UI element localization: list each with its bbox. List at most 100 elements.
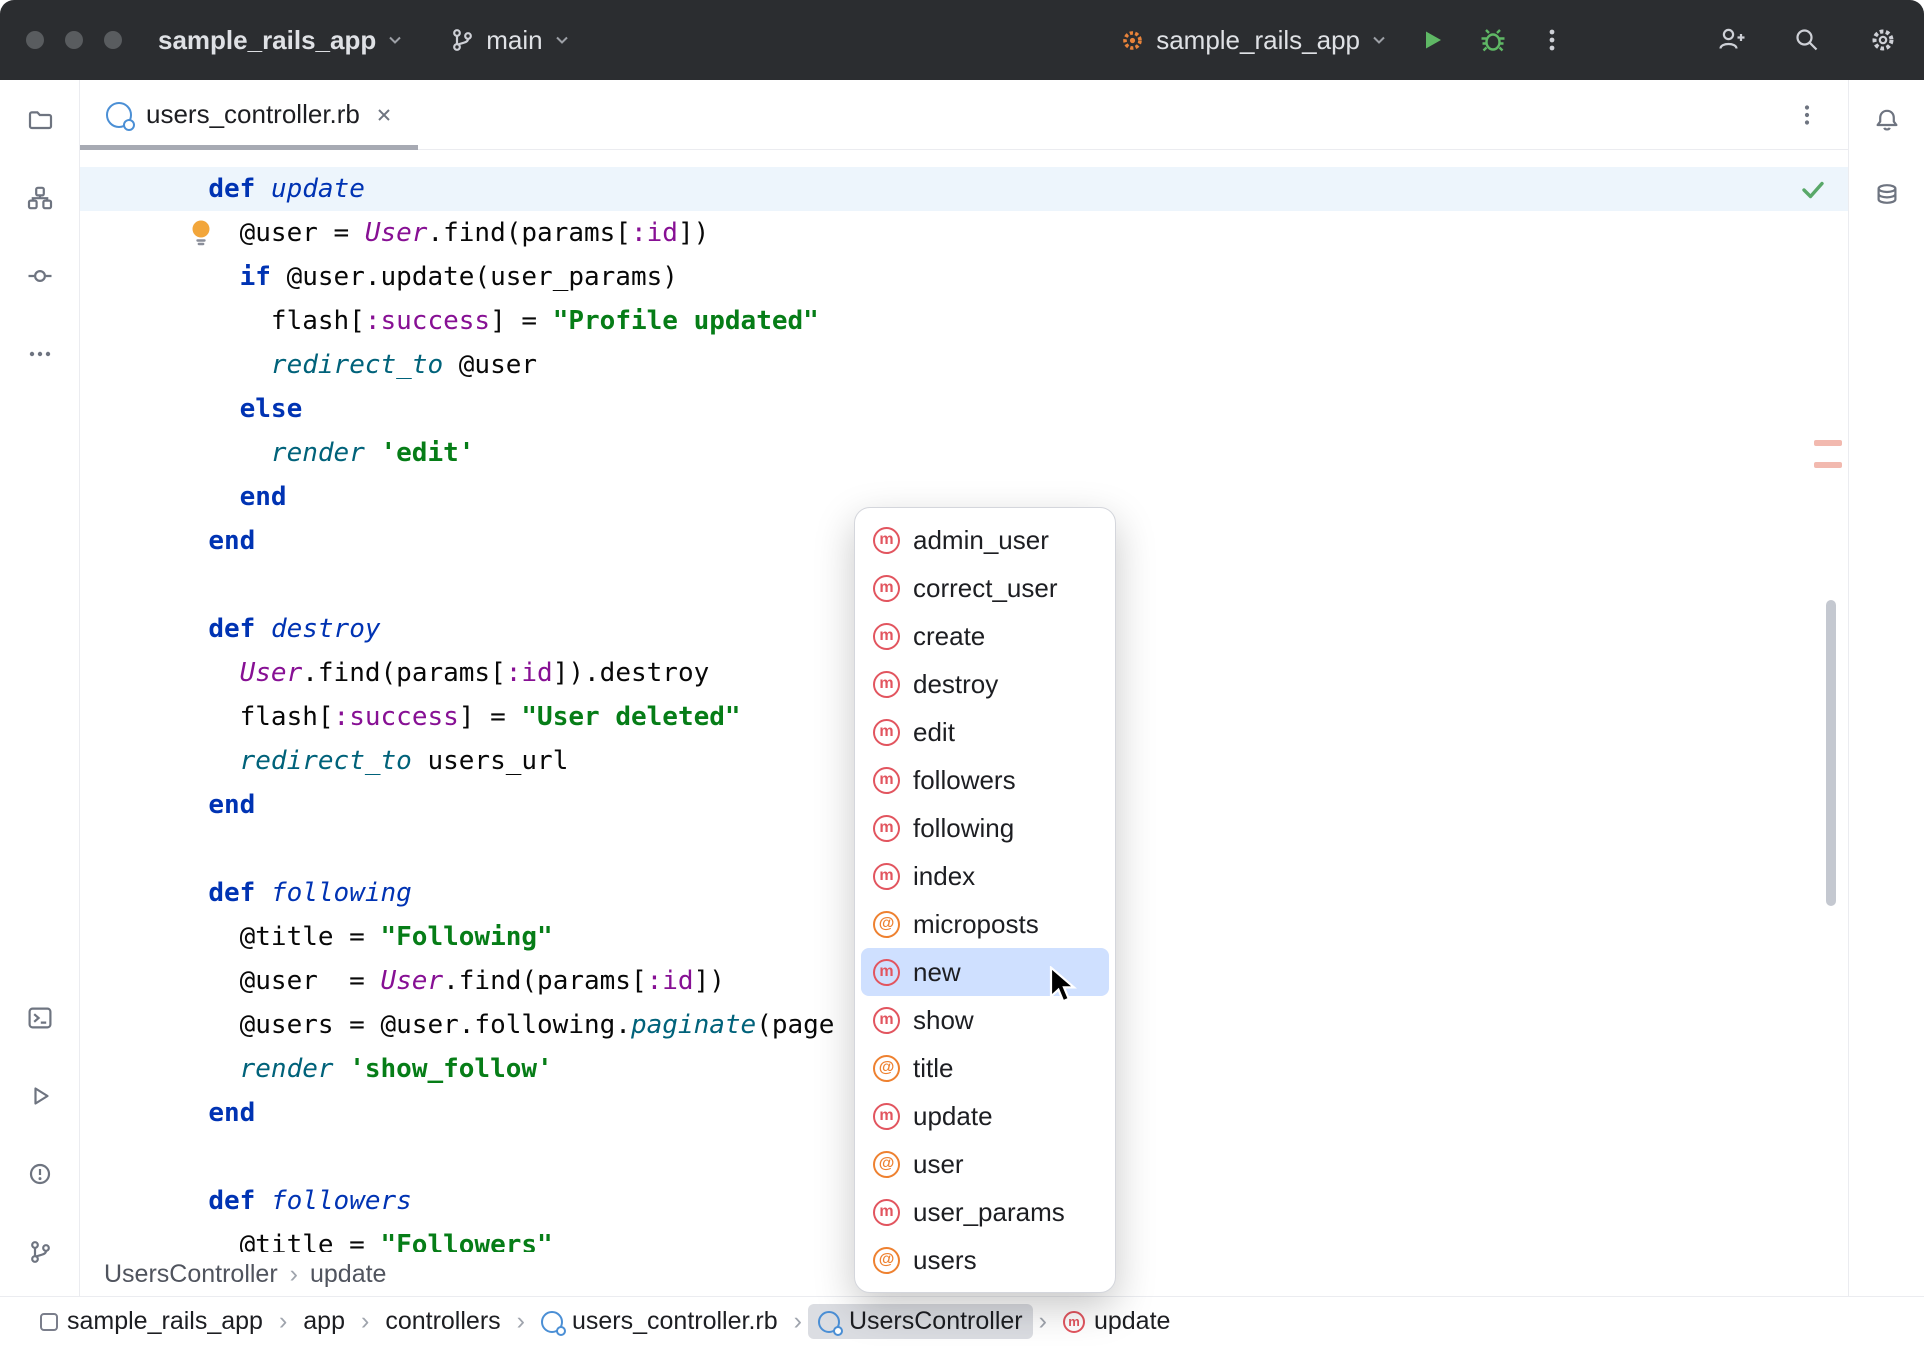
editor-breadcrumb-item[interactable]: UsersController <box>104 1260 278 1289</box>
code-token: :success <box>365 306 490 336</box>
popup-item-label: microposts <box>913 909 1039 940</box>
code-token <box>177 482 240 512</box>
error-stripe-mark[interactable] <box>1814 462 1842 468</box>
navbar-item-sample_rails_app[interactable]: sample_rails_app <box>30 1304 273 1339</box>
navbar-item-update[interactable]: mupdate <box>1053 1304 1180 1339</box>
debug-button[interactable] <box>1478 25 1508 55</box>
code-token <box>177 614 208 644</box>
code-token <box>177 658 240 688</box>
code-token: User <box>240 658 303 688</box>
code-line[interactable]: else <box>80 387 1848 431</box>
popup-item-edit[interactable]: medit <box>861 708 1109 756</box>
code-token <box>177 878 208 908</box>
minimize-button[interactable] <box>65 31 83 49</box>
editor-breadcrumb-item[interactable]: update <box>310 1260 386 1289</box>
breadcrumb-separator: › <box>290 1260 298 1289</box>
git-branch-icon <box>448 26 476 54</box>
code-line[interactable]: flash[:success] = "Profile updated" <box>80 299 1848 343</box>
notifications-button[interactable] <box>1873 106 1901 134</box>
code-token <box>255 878 271 908</box>
tab-bar: users_controller.rb <box>80 80 1848 150</box>
navbar-item-controllers[interactable]: controllers <box>375 1304 510 1339</box>
code-token: User <box>381 966 444 996</box>
run-config-selector[interactable]: sample_rails_app <box>1119 25 1388 56</box>
code-line[interactable]: render 'edit' <box>80 431 1848 475</box>
database-button[interactable] <box>1873 180 1901 208</box>
code-token <box>177 746 240 776</box>
method-icon: m <box>873 815 900 842</box>
sidebar-terminal-button[interactable] <box>26 1004 54 1032</box>
popup-item-destroy[interactable]: mdestroy <box>861 660 1109 708</box>
code-token: render <box>271 438 365 468</box>
sidebar-more-button[interactable] <box>26 340 54 368</box>
popup-item-update[interactable]: mupdate <box>861 1092 1109 1140</box>
search-everywhere-button[interactable] <box>1792 25 1822 55</box>
more-actions-button[interactable] <box>1538 26 1566 54</box>
popup-item-following[interactable]: mfollowing <box>861 804 1109 852</box>
sidebar-git-button[interactable] <box>26 1238 54 1266</box>
code-token: :id <box>647 966 694 996</box>
popup-item-user_params[interactable]: muser_params <box>861 1188 1109 1236</box>
titlebar: sample_rails_app main sample_rails_app <box>0 0 1924 80</box>
sidebar-project-button[interactable] <box>26 106 54 134</box>
code-token: :id <box>631 218 678 248</box>
code-token: destroy <box>271 614 381 644</box>
left-tool-stripe <box>0 80 80 1296</box>
close-button[interactable] <box>26 31 44 49</box>
code-token <box>255 1186 271 1216</box>
navbar-item-label: update <box>1094 1307 1170 1336</box>
code-token: @user = <box>177 966 381 996</box>
popup-item-title[interactable]: @title <box>861 1044 1109 1092</box>
code-line[interactable]: @user = User.find(params[:id]) <box>80 211 1848 255</box>
code-token: (page <box>756 1010 834 1040</box>
code-token <box>177 1098 208 1128</box>
code-token: "Following" <box>381 922 553 952</box>
code-line[interactable]: if @user.update(user_params) <box>80 255 1848 299</box>
method-icon: m <box>873 1103 900 1130</box>
popup-item-microposts[interactable]: @microposts <box>861 900 1109 948</box>
navbar-item-users_controller.rb[interactable]: users_controller.rb <box>531 1304 788 1339</box>
inspections-ok-icon[interactable] <box>1798 174 1828 204</box>
code-token: users_url <box>412 746 569 776</box>
code-with-me-button[interactable] <box>1716 25 1746 55</box>
branch-widget[interactable]: main <box>448 25 570 56</box>
editor-scrollbar[interactable] <box>1826 600 1836 906</box>
tab-users-controller[interactable]: users_controller.rb <box>80 80 418 149</box>
sidebar-structure-button[interactable] <box>26 184 54 212</box>
sidebar-run-button[interactable] <box>26 1082 54 1110</box>
breadcrumb-separator: › <box>1039 1307 1047 1336</box>
code-token: "User deleted" <box>521 702 740 732</box>
sidebar-problems-button[interactable] <box>26 1160 54 1188</box>
popup-item-followers[interactable]: mfollowers <box>861 756 1109 804</box>
attribute-icon: @ <box>873 1247 900 1274</box>
code-token <box>334 1054 350 1084</box>
method-icon: m <box>873 575 900 602</box>
tab-options-button[interactable] <box>1794 102 1820 128</box>
sidebar-commit-button[interactable] <box>26 262 54 290</box>
code-token <box>177 526 208 556</box>
popup-item-correct_user[interactable]: mcorrect_user <box>861 564 1109 612</box>
intention-bulb-icon[interactable] <box>186 216 216 248</box>
project-widget[interactable]: sample_rails_app <box>158 25 404 56</box>
code-line[interactable]: redirect_to @user <box>80 343 1848 387</box>
attribute-icon: @ <box>873 1151 900 1178</box>
navbar-item-app[interactable]: app <box>293 1304 355 1339</box>
popup-item-label: index <box>913 861 975 892</box>
navbar-item-UsersController[interactable]: UsersController <box>808 1304 1033 1339</box>
code-token: "Followers" <box>381 1230 553 1252</box>
run-button[interactable] <box>1418 25 1448 55</box>
code-line[interactable]: def update <box>80 167 1848 211</box>
method-icon: m <box>873 1199 900 1226</box>
attribute-icon: @ <box>873 1055 900 1082</box>
code-token: end <box>240 482 287 512</box>
popup-item-admin_user[interactable]: madmin_user <box>861 516 1109 564</box>
code-token: @user.update(user_params) <box>271 262 678 292</box>
popup-item-create[interactable]: mcreate <box>861 612 1109 660</box>
error-stripe-mark[interactable] <box>1814 440 1842 446</box>
popup-item-users[interactable]: @users <box>861 1236 1109 1284</box>
settings-button[interactable] <box>1868 25 1898 55</box>
zoom-button[interactable] <box>104 31 122 49</box>
popup-item-user[interactable]: @user <box>861 1140 1109 1188</box>
tab-close-icon[interactable] <box>374 105 394 125</box>
popup-item-index[interactable]: mindex <box>861 852 1109 900</box>
